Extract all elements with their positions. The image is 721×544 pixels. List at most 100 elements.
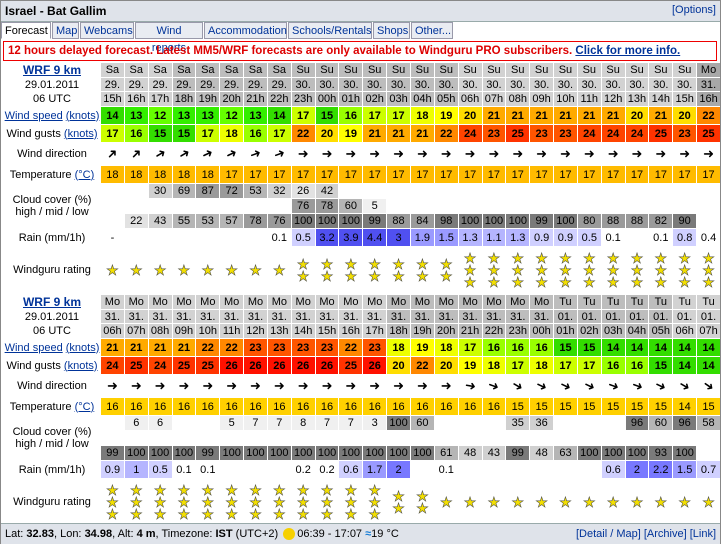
cloud-cell: 58 (697, 416, 720, 430)
cloud-cell (434, 416, 458, 430)
time-cell-dates: 29. (196, 78, 220, 91)
cloud-cell: 88 (625, 214, 649, 228)
celsius-link[interactable]: (°C) (75, 169, 95, 181)
cloud-cell: 100 (601, 446, 625, 460)
cloud-cell (458, 416, 482, 430)
wind-arrow-icon: ➜ (393, 146, 404, 161)
time-cell-hours: 09h (172, 324, 196, 338)
rating-star-icon: ★ (487, 494, 501, 510)
rating-cell: ★ (530, 479, 554, 525)
tab-schools-rentals[interactable]: Schools/Rentals (288, 22, 372, 39)
time-cell-days: Su (530, 63, 554, 77)
knots-link[interactable]: (knots) (64, 360, 98, 372)
wind-direction-cell: ➜ (148, 143, 172, 165)
tab-bar: Forecast Map Webcams Wind reports Accomm… (1, 22, 720, 54)
knots-link[interactable]: (knots) (66, 110, 100, 122)
time-cell-days: Mo (363, 295, 387, 309)
wind-gusts-cell: 24 (625, 125, 649, 142)
row-wind-speed: Wind speed (knots) 21 21 21 21 22 22 23 23 23 23 22… (4, 339, 720, 356)
cloud-cell: 87 (196, 184, 220, 198)
wind-speed-cell: 16 (339, 107, 363, 124)
rating-cell: ★ (244, 247, 267, 293)
rating-cell: ★ ★ ★ (601, 247, 625, 293)
cloud-cell: 100 (291, 446, 315, 460)
rating-star-icon: ★ (535, 274, 548, 290)
archive-link[interactable]: [Archive] (644, 528, 687, 540)
rain-cell: 0.6 (601, 461, 625, 478)
wind-speed-link[interactable]: Wind speed (5, 110, 63, 122)
tab-map[interactable]: Map (52, 22, 79, 39)
rating-label: Windguru rating (4, 479, 100, 525)
cloud-cell (554, 431, 577, 445)
options-link[interactable]: [Options] (672, 4, 716, 16)
cloud-cell: 100 (410, 446, 434, 460)
tab-other[interactable]: Other... (411, 22, 453, 39)
cloud-cell: 100 (363, 446, 387, 460)
cloud-cell: 99 (196, 446, 220, 460)
cloud-cell (434, 184, 458, 198)
temperature-cell: 16 (244, 398, 267, 415)
knots-link[interactable]: (knots) (66, 342, 100, 354)
cloud-cell: 48 (530, 446, 554, 460)
wind-direction-cell: ➜ (434, 375, 458, 397)
time-cell-hours: 22h (267, 92, 291, 106)
tab-forecast[interactable]: Forecast (1, 22, 51, 39)
wind-arrow-icon: ➜ (536, 146, 548, 161)
time-cell-days: Su (291, 63, 315, 77)
wind-direction-cell: ➜ (387, 143, 410, 165)
more-info-link[interactable]: Click for more info. (575, 45, 680, 57)
rating-star-icon: ★ (559, 494, 572, 510)
time-cell-days: Mo (434, 295, 458, 309)
wind-direction-cell: ➜ (649, 143, 673, 165)
wind-speed-link[interactable]: Wind speed (5, 342, 63, 354)
tab-shops[interactable]: Shops (373, 22, 410, 39)
cloud-cell (601, 184, 625, 198)
knots-link[interactable]: (knots) (64, 128, 98, 140)
rating-star-icon: ★ (583, 274, 596, 290)
row-cloud-mid: 76 78 60 5 (4, 199, 720, 213)
model-link[interactable]: WRF 9 km (4, 295, 100, 309)
cloud-cell: 5 (363, 199, 387, 213)
tab-accommodation[interactable]: Accommodation (204, 22, 287, 39)
wind-speed-cell: 18 (434, 339, 458, 356)
cloud-cell: 100 (124, 446, 148, 460)
celsius-link[interactable]: (°C) (75, 401, 95, 413)
cloud-cell: 99 (363, 214, 387, 228)
cloud-cell: 78 (244, 214, 267, 228)
cloud-cell: 26 (291, 184, 315, 198)
detail-map-link[interactable]: [Detail / Map] (576, 528, 641, 540)
model-link[interactable]: WRF 9 km (4, 63, 100, 77)
rating-cell: ★ ★ (315, 247, 339, 293)
time-cell-dates: 01. (649, 310, 673, 323)
temperature-cell: 17 (530, 166, 554, 183)
wind-arrow-icon: ➜ (178, 378, 190, 393)
wind-speed-cell: 22 (339, 339, 363, 356)
wind-direction-cell: ➜ (697, 143, 720, 165)
wind-speed-cell: 21 (506, 107, 530, 124)
wind-speed-cell: 20 (673, 107, 697, 124)
time-cell-days: Su (434, 63, 458, 77)
wind-gusts-text: Wind gusts (6, 127, 61, 140)
rating-star-icon: ★ (153, 262, 167, 278)
cloud-cell (363, 431, 387, 445)
wind-direction-label: Wind direction (4, 143, 100, 165)
wind-direction-cell: ➜ (410, 143, 434, 165)
time-cell-hours: 15h (315, 324, 339, 338)
time-cell-hours: 15h (673, 92, 697, 106)
wind-arrow-icon: ➜ (464, 146, 476, 161)
wind-arrow-icon: ➜ (223, 144, 240, 163)
rain-cell: 1.3 (458, 229, 482, 246)
time-cell-days: Tu (554, 295, 577, 309)
tab-wind-reports[interactable]: Wind reports (135, 22, 203, 54)
time-cell-dates: 30. (530, 78, 554, 91)
rating-star-icon: ★ (201, 262, 215, 278)
rating-cell: ★ ★ ★ (220, 479, 244, 525)
wind-direction-label: Wind direction (4, 375, 100, 397)
time-cell-dates: 31. (196, 310, 220, 323)
cloud-cell (101, 416, 124, 430)
wind-gusts-label: Wind gusts (knots) (4, 357, 100, 374)
wind-speed-cell: 21 (482, 107, 506, 124)
link-link[interactable]: [Link] (690, 528, 716, 540)
tab-webcams[interactable]: Webcams (80, 22, 134, 39)
rating-star-icon: ★ (296, 506, 310, 522)
